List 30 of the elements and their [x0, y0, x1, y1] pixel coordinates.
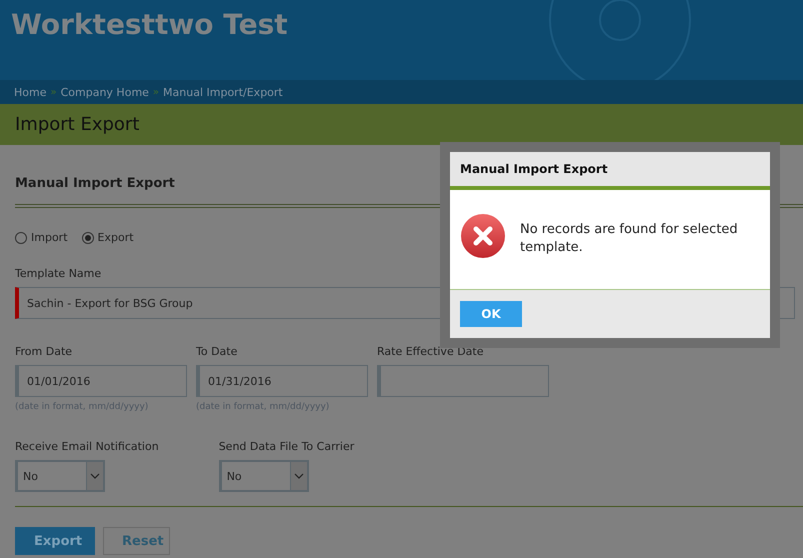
chevron-down-icon	[290, 462, 307, 490]
breadcrumb-separator: »	[50, 86, 57, 98]
site-title: Worktesttwo Test	[11, 8, 289, 41]
dialog-message: No records are found for selected template.	[520, 221, 739, 257]
section-title: Manual Import Export	[15, 176, 175, 193]
field-label: Receive Email Notification	[15, 440, 159, 453]
field-label: From Date	[15, 345, 74, 358]
field-label: Template Name	[15, 267, 102, 280]
dropdown[interactable]: No	[15, 460, 105, 492]
radio-button[interactable]	[15, 232, 27, 244]
dialog-title: Manual Import Export	[450, 152, 770, 190]
date-field[interactable]: 01/31/2016	[196, 365, 368, 397]
breadcrumb-link[interactable]: Manual Import/Export	[163, 86, 283, 98]
field-label: Send Data File To Carrier	[218, 440, 354, 453]
breadcrumb-separator: »	[152, 86, 160, 98]
radio-label: Export	[98, 231, 134, 244]
date-field[interactable]: 01/01/2016	[15, 365, 187, 397]
breadcrumb-link[interactable]: Home	[14, 86, 46, 98]
dropdown[interactable]: No	[218, 460, 309, 492]
breadcrumb-link[interactable]: Company Home	[60, 86, 149, 98]
radio-button[interactable]	[82, 232, 94, 244]
reset-button[interactable]: Reset	[103, 527, 170, 555]
field-label: To Date	[196, 345, 238, 358]
export-button[interactable]: Export	[15, 527, 95, 555]
date-field[interactable]	[377, 365, 549, 397]
page-title: Import Export	[0, 104, 803, 145]
chevron-down-icon	[86, 462, 103, 490]
error-icon	[460, 213, 506, 259]
ok-button[interactable]: OK	[460, 301, 522, 327]
radio-label: Import	[31, 231, 68, 244]
